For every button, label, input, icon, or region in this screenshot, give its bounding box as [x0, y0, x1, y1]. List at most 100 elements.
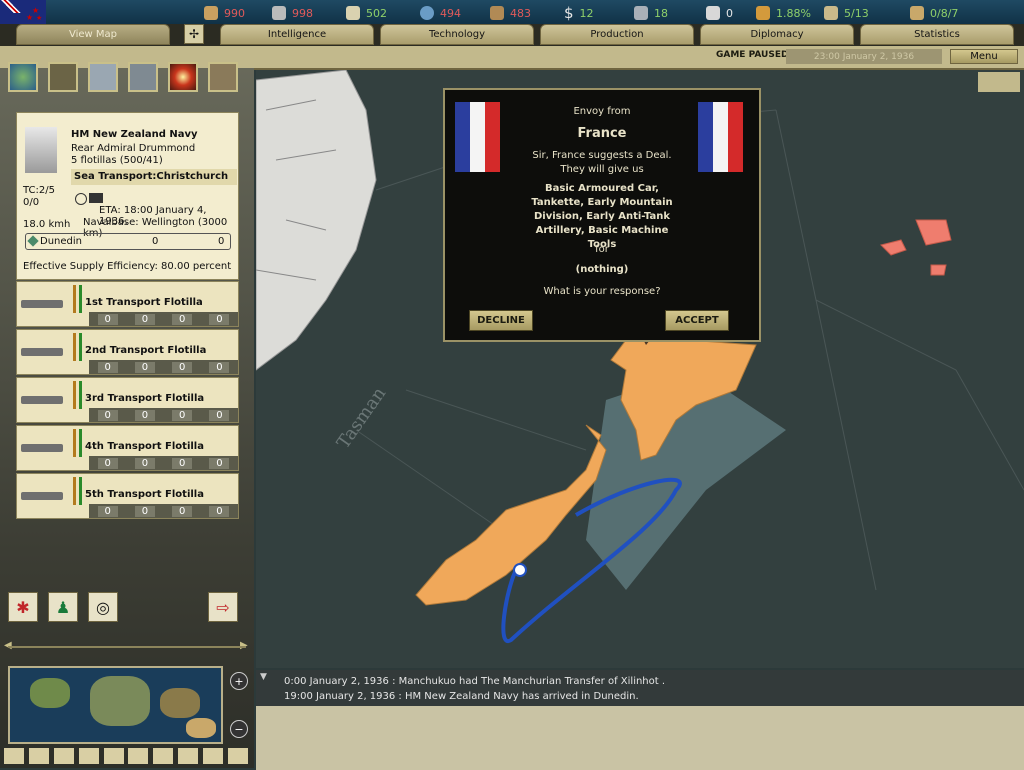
zoom-in-icon[interactable]: + — [230, 672, 248, 690]
supply-efficiency: Effective Supply Efficiency: 80.00 perce… — [23, 261, 232, 272]
disband-icon[interactable]: ✱ — [8, 592, 38, 622]
commander-portrait — [25, 127, 57, 173]
money-resource: $12 — [564, 4, 594, 22]
energy-icon — [204, 6, 218, 20]
mission-label: Sea Transport:Christchurch — [71, 169, 237, 185]
tab-production[interactable]: Production — [540, 24, 694, 45]
flotilla-row[interactable]: 5th Transport Flotilla 0000 — [16, 473, 239, 519]
unit-filter-leaders-icon[interactable] — [208, 62, 238, 92]
transport-capacity-sub: 0/0 — [23, 197, 40, 208]
split-unit-icon[interactable]: ♟ — [48, 592, 78, 622]
dissent-icon — [756, 6, 770, 20]
naval-unit-marker[interactable] — [513, 563, 527, 577]
strength-bar — [73, 333, 76, 361]
envoy-country: France — [577, 126, 627, 141]
deal-offer: Basic Armoured Car, Tankette, Early Moun… — [531, 183, 673, 250]
target-icon[interactable]: ◎ — [88, 592, 118, 622]
flotilla-row[interactable]: 1st Transport Flotilla 0000 — [16, 281, 239, 327]
oil-resource: 494 — [420, 4, 461, 22]
transport-capacity: TC:2/5 — [23, 185, 55, 196]
message-log[interactable]: ▼ 0:00 January 2, 1936 : Manchukuo had T… — [256, 670, 1024, 706]
map-mode-weather-icon[interactable] — [128, 748, 149, 764]
sea-label: Tasman — [333, 383, 391, 453]
location-name: Dunedin — [40, 236, 82, 247]
commander-name[interactable]: Rear Admiral Drummond — [71, 143, 195, 154]
strength-bar — [73, 477, 76, 505]
cancel-mission-icon[interactable] — [75, 193, 87, 205]
australia-landmass[interactable] — [256, 70, 377, 371]
flotilla-name: 3rd Transport Flotilla — [85, 393, 205, 404]
diplomacy-resource: 0 — [706, 4, 733, 22]
unit-name: HM New Zealand Navy — [71, 129, 198, 140]
log-entry[interactable]: 0:00 January 2, 1936 : Manchukuo had The… — [284, 676, 665, 687]
unit-filter-land-icon[interactable] — [8, 62, 38, 92]
flotilla-row[interactable]: 3rd Transport Flotilla 0000 — [16, 377, 239, 423]
flotilla-name: 4th Transport Flotilla — [85, 441, 204, 452]
location-icon — [27, 235, 39, 247]
strength-bar — [73, 381, 76, 409]
organization-bar — [79, 381, 82, 409]
tab-technology[interactable]: Technology — [380, 24, 534, 45]
transport-ship-icon — [21, 348, 63, 356]
unit-filter-army-icon[interactable] — [48, 62, 78, 92]
rare-materials-icon — [346, 6, 360, 20]
energy-resource: 990 — [204, 4, 245, 22]
chatham-islands[interactable] — [880, 219, 952, 276]
map-mode-air-icon[interactable] — [153, 748, 174, 764]
transport-ship-icon — [21, 444, 63, 452]
organization-bar — [79, 477, 82, 505]
menu-button[interactable]: Menu — [950, 49, 1018, 64]
convoy-icon — [824, 6, 838, 20]
tab-intelligence[interactable]: Intelligence — [220, 24, 374, 45]
log-entry[interactable]: 19:00 January 2, 1936 : HM New Zealand N… — [284, 691, 639, 702]
map-mode-bar — [4, 748, 248, 766]
tab-view-map[interactable]: View Map — [16, 24, 170, 45]
flotilla-name: 2nd Transport Flotilla — [85, 345, 207, 356]
map-mode-resources-icon[interactable] — [103, 748, 124, 764]
flotilla-name: 5th Transport Flotilla — [85, 489, 204, 500]
map-options-icon[interactable]: ✢ — [184, 24, 204, 44]
officer-icon — [910, 6, 924, 20]
send-ship-icon[interactable]: ⇨ — [208, 592, 238, 622]
officer-resource: 0/8/7 — [910, 4, 958, 22]
scrollbar-track[interactable] — [8, 646, 246, 648]
deal-line-2: They will give us — [560, 164, 644, 175]
flotilla-stats: 0000 — [89, 312, 238, 326]
map-mode-supply-icon[interactable] — [53, 748, 74, 764]
money-icon: $ — [564, 4, 574, 22]
map-mode-convoy-icon[interactable] — [203, 748, 223, 764]
decline-button[interactable]: DECLINE — [469, 310, 533, 331]
organization-bar — [79, 285, 82, 313]
flotilla-stats: 0000 — [89, 408, 238, 422]
location-box[interactable]: Dunedin 0 0 — [25, 233, 231, 250]
zoom-out-icon[interactable]: − — [230, 720, 248, 738]
flotilla-row[interactable]: 2nd Transport Flotilla 0000 — [16, 329, 239, 375]
manpower-icon — [634, 6, 648, 20]
log-collapse-icon[interactable]: ▼ — [260, 672, 267, 682]
organization-bar — [79, 333, 82, 361]
map-mode-terrain-icon[interactable] — [4, 748, 24, 764]
flotilla-row[interactable]: 4th Transport Flotilla 0000 — [16, 425, 239, 471]
unit-info-panel: HM New Zealand Navy Rear Admiral Drummon… — [16, 112, 239, 280]
deal-question: What is your response? — [543, 286, 661, 297]
accept-button[interactable]: ACCEPT — [665, 310, 729, 331]
supplies-icon — [490, 6, 504, 20]
flotilla-name: 1st Transport Flotilla — [85, 297, 203, 308]
unit-filter-nuke-icon[interactable] — [168, 62, 198, 92]
map-mode-navy-icon[interactable] — [178, 748, 199, 764]
map-mini-buttons[interactable] — [978, 72, 1020, 92]
map-mode-economy-icon[interactable] — [78, 748, 99, 764]
manpower-resource: 18 — [634, 4, 668, 22]
unit-filter-navy-icon[interactable] — [128, 62, 158, 92]
unit-filter-air-icon[interactable] — [88, 62, 118, 92]
tab-diplomacy[interactable]: Diplomacy — [700, 24, 854, 45]
oil-icon — [420, 6, 434, 20]
flotilla-count: 5 flotillas (500/41) — [71, 155, 163, 166]
unit-speed: 18.0 kmh — [23, 219, 71, 230]
map-mode-partisans-icon[interactable] — [227, 748, 248, 764]
map-mode-political-icon[interactable] — [28, 748, 49, 764]
tab-statistics[interactable]: Statistics — [860, 24, 1014, 45]
minimap[interactable] — [8, 666, 223, 744]
transport-ship-icon — [21, 396, 63, 404]
strength-bar — [73, 429, 76, 457]
